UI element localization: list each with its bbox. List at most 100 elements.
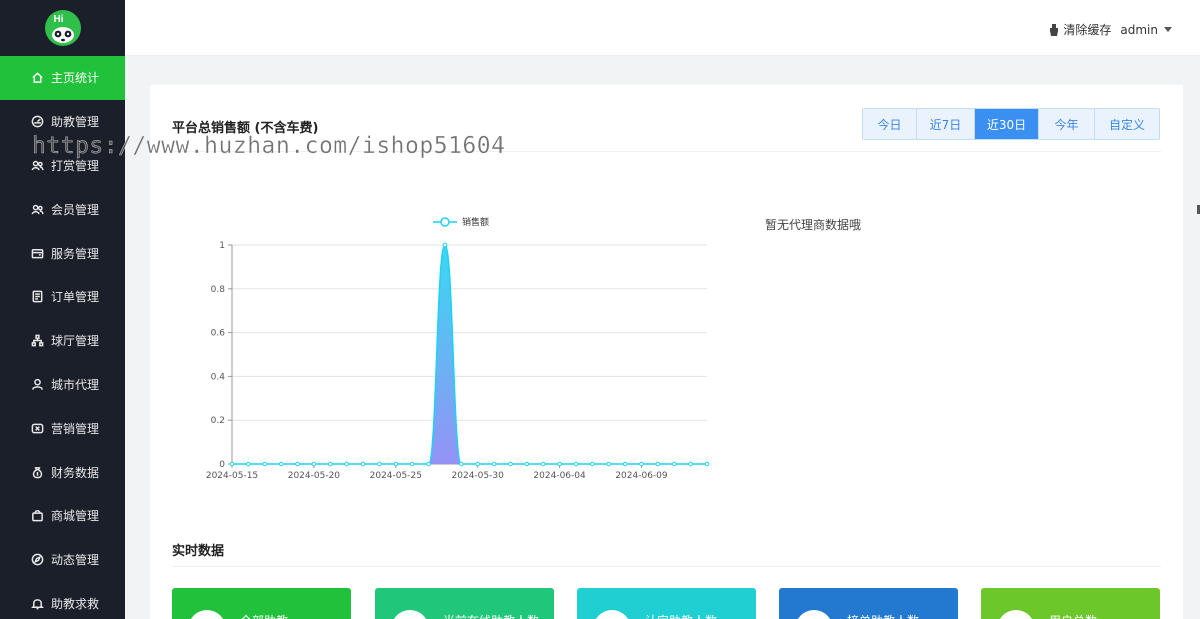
data-point xyxy=(688,461,693,467)
sidebar-item-6[interactable]: 订单管理 xyxy=(0,275,125,319)
legend-label: 销售额 xyxy=(462,216,489,228)
sidebar-item-label: 助教求救 xyxy=(51,596,100,611)
stat-card-2[interactable]: 当前在线助教人数 xyxy=(375,588,554,619)
no-agent-data-text: 暂无代理商数据哦 xyxy=(765,218,862,232)
top-header: 清除缓存 admin xyxy=(125,0,1200,56)
sidebar-item-label: 财务数据 xyxy=(51,465,100,480)
y-tick-label: 1 xyxy=(219,241,225,251)
data-point xyxy=(229,461,235,467)
data-point xyxy=(459,461,464,467)
data-point xyxy=(606,461,612,467)
realtime-title: 实时数据 xyxy=(172,544,225,559)
ticket-icon xyxy=(30,421,44,435)
sidebar: Hi 主页统计 助教管理 打赏管理 会员管理 服务管理 订单管理 球厅管理 城市代理 营销管理财… xyxy=(0,0,125,619)
stat-card-3[interactable]: 认定助教人数 xyxy=(577,588,756,619)
sidebar-item-label: 打赏管理 xyxy=(51,158,100,173)
sidebar-item-label: 商城管理 xyxy=(51,509,100,524)
home-icon xyxy=(30,71,44,85)
sales-line xyxy=(232,244,707,465)
date-range-toggle: 今日 近7日 近30日 今年 自定义 xyxy=(862,108,1160,140)
user-icon xyxy=(30,377,44,391)
data-point xyxy=(344,461,349,467)
data-point xyxy=(295,461,300,467)
range-button-3[interactable]: 近30日 xyxy=(975,109,1039,139)
sidebar-item-3[interactable]: 打赏管理 xyxy=(0,144,125,188)
sidebar-item-13[interactable]: 助教求救 xyxy=(0,582,125,619)
data-point xyxy=(557,461,562,467)
sales-title: 平台总销售额 (不含车费) xyxy=(172,121,319,136)
stat-card-label: 当前在线助教人数 xyxy=(443,612,539,619)
data-point xyxy=(393,461,399,467)
sales-chart: 0 0.2 0.4 0.6 0.8 1 2024-05-15 2024-05-20 2024-0… xyxy=(190,205,720,495)
sidebar-item-label: 球厅管理 xyxy=(51,334,100,349)
data-point xyxy=(311,461,317,467)
stat-card-label: 用户总数 xyxy=(1049,612,1097,619)
stat-card-4[interactable]: 接单助教人数 xyxy=(779,588,958,619)
stat-card-icon xyxy=(795,610,833,619)
stat-card-icon xyxy=(188,610,226,619)
data-point xyxy=(704,461,710,467)
sidebar-item-4[interactable]: 会员管理 xyxy=(0,187,125,231)
data-point xyxy=(475,461,480,467)
y-tick-label: 0.8 xyxy=(211,285,226,295)
document-icon xyxy=(30,290,44,304)
sidebar-item-7[interactable]: 球厅管理 xyxy=(0,319,125,363)
data-point xyxy=(278,461,284,467)
bell-icon xyxy=(30,596,44,610)
sidebar-item-11[interactable]: 商城管理 xyxy=(0,494,125,538)
data-point xyxy=(409,461,415,467)
x-tick-label: 2024-05-15 xyxy=(206,471,258,481)
sidebar-item-10[interactable]: 财务数据 xyxy=(0,450,125,494)
sitemap-icon xyxy=(30,334,44,348)
range-button-2[interactable]: 近7日 xyxy=(917,109,975,139)
stat-card-5[interactable]: 用户总数 xyxy=(981,588,1160,619)
data-point xyxy=(524,461,530,467)
users-icon xyxy=(30,202,44,216)
sidebar-item-label: 营销管理 xyxy=(51,421,100,436)
stat-card-label: 全部助教 xyxy=(240,612,288,619)
sidebar-item-label: 动态管理 xyxy=(51,553,100,568)
y-tick-label: 0.2 xyxy=(211,416,225,426)
x-tick-label: 2024-06-09 xyxy=(615,471,668,481)
x-tick-label: 2024-05-20 xyxy=(288,471,341,481)
stat-card-icon xyxy=(391,610,429,619)
sidebar-item-label: 会员管理 xyxy=(51,202,100,217)
data-point xyxy=(590,461,595,467)
data-point xyxy=(622,461,628,467)
divider xyxy=(172,151,1161,152)
data-point xyxy=(540,461,546,467)
gauge-icon xyxy=(30,115,44,129)
stat-card-1[interactable]: 全部助教 xyxy=(172,588,351,619)
sidebar-item-9[interactable]: 营销管理 xyxy=(0,406,125,450)
legend-marker xyxy=(440,217,450,227)
sidebar-item-1[interactable]: 主页统计 xyxy=(0,56,125,100)
data-point xyxy=(426,461,431,467)
sidebar-item-5[interactable]: 服务管理 xyxy=(0,231,125,275)
user-menu[interactable]: admin xyxy=(1120,23,1158,37)
y-tick-label: 0 xyxy=(219,460,225,470)
chevron-down-icon[interactable] xyxy=(1164,27,1172,32)
data-point xyxy=(508,461,513,467)
data-point xyxy=(377,461,382,467)
shopping-bag-icon xyxy=(30,509,44,523)
sales-area xyxy=(232,245,707,464)
broom-icon xyxy=(1050,23,1059,36)
y-tick-label: 0.6 xyxy=(211,329,226,339)
clear-cache-button[interactable]: 清除缓存 xyxy=(1049,21,1111,38)
range-button-5[interactable]: 自定义 xyxy=(1095,109,1159,139)
range-button-1[interactable]: 今日 xyxy=(863,109,917,139)
sidebar-item-label: 订单管理 xyxy=(51,290,100,305)
wallet-icon xyxy=(30,246,44,260)
sidebar-item-2[interactable]: 助教管理 xyxy=(0,100,125,144)
y-tick-label: 0.4 xyxy=(211,372,226,382)
sidebar-item-label: 助教管理 xyxy=(51,115,100,130)
data-point xyxy=(655,461,661,467)
sidebar-item-label: 服务管理 xyxy=(51,246,100,261)
stat-card-icon xyxy=(593,610,631,619)
sidebar-item-12[interactable]: 动态管理 xyxy=(0,538,125,582)
x-tick-label: 2024-05-25 xyxy=(370,471,422,481)
data-point xyxy=(327,461,333,467)
sidebar-item-8[interactable]: 城市代理 xyxy=(0,363,125,407)
stat-card-label: 认定助教人数 xyxy=(645,612,717,619)
range-button-4[interactable]: 今年 xyxy=(1039,109,1095,139)
